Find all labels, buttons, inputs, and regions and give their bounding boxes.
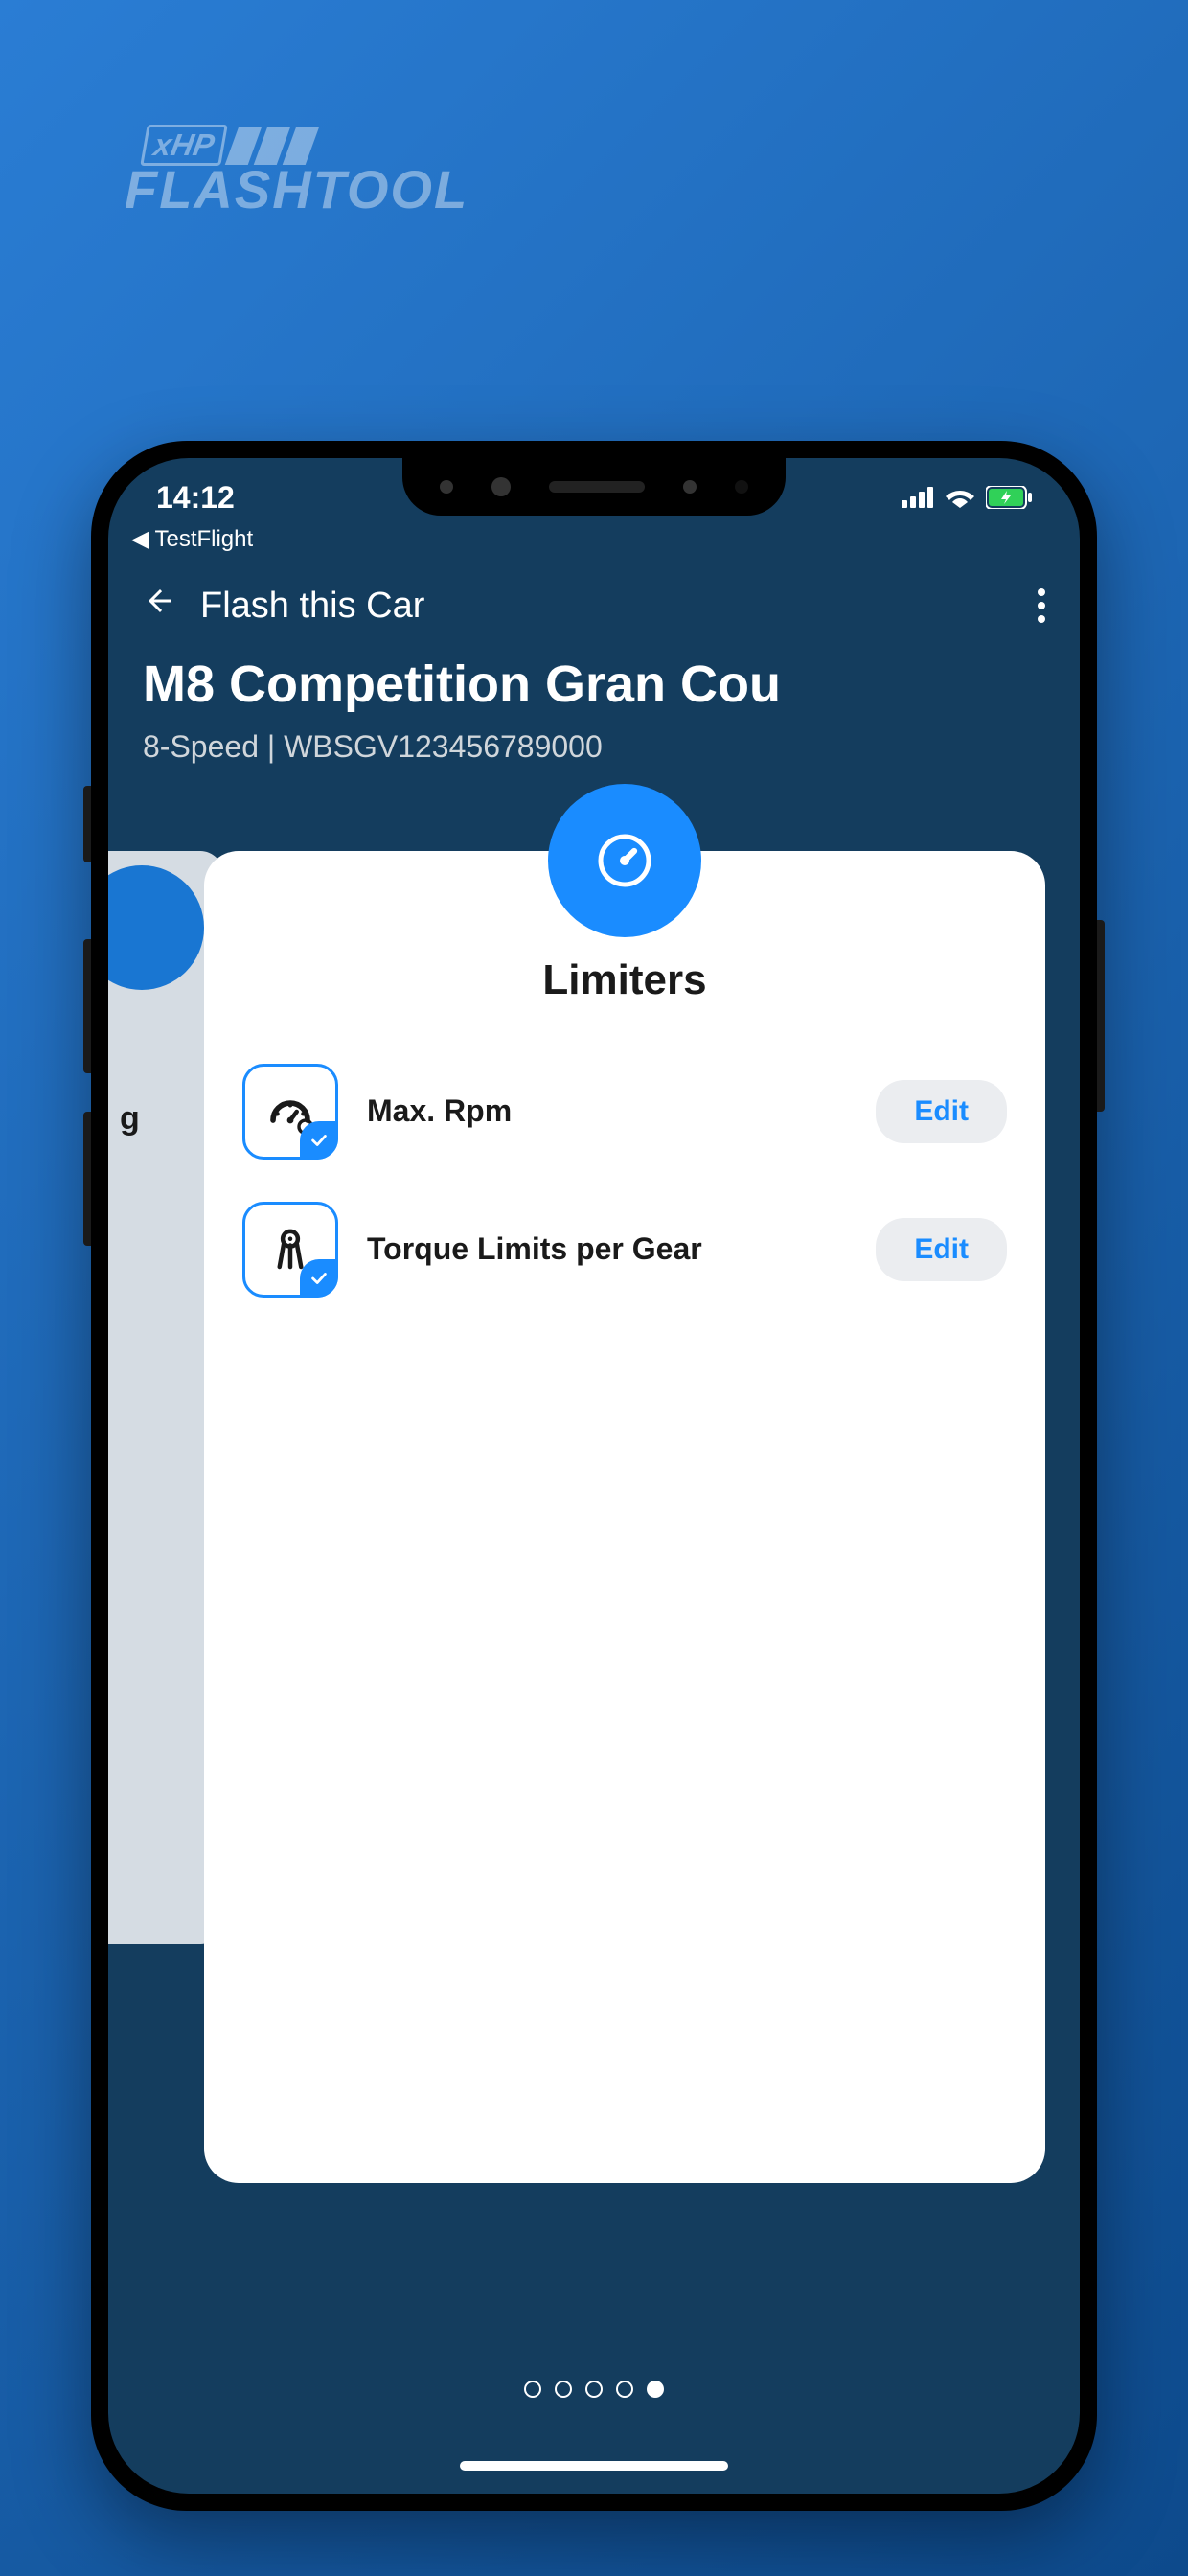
background-circle-icon: [108, 865, 204, 990]
status-time: 14:12: [156, 480, 235, 516]
back-triangle-icon: ◀: [131, 525, 148, 553]
more-menu-button[interactable]: [1038, 588, 1045, 623]
background-partial-text: g: [120, 1100, 140, 1138]
battery-charging-icon: [986, 486, 1032, 509]
edit-button-torque[interactable]: Edit: [876, 1218, 1007, 1281]
back-to-app[interactable]: ◀ TestFlight: [108, 525, 1080, 564]
phone-frame: 14:12 ◀ TestFlight Flash this Car M8 Com…: [91, 441, 1097, 2511]
card-title: Limiters: [204, 956, 1045, 1004]
brand-logo: xHP FLASHTOOL: [125, 125, 468, 220]
limiters-card: Limiters Max. Rpm Edit: [204, 851, 1045, 2183]
item-label: Max. Rpm: [367, 1092, 847, 1132]
wifi-icon: [946, 487, 974, 508]
logo-bars-icon: [232, 126, 312, 165]
edit-button-max-rpm[interactable]: Edit: [876, 1080, 1007, 1143]
back-arrow-icon[interactable]: [143, 584, 177, 628]
check-badge-icon: [300, 1121, 338, 1160]
car-subtitle: 8-Speed | WBSGV123456789000: [108, 718, 1080, 794]
rpm-gauge-icon: [242, 1064, 338, 1160]
list-item-max-rpm: Max. Rpm Edit: [204, 1043, 1045, 1181]
notch: [402, 458, 786, 516]
page-dot[interactable]: [616, 2380, 633, 2398]
car-name: M8 Competition Gran Cou: [108, 647, 1080, 718]
logo-prefix: xHP: [140, 125, 228, 166]
home-indicator[interactable]: [460, 2461, 728, 2471]
page-dot[interactable]: [555, 2380, 572, 2398]
logo-main: FLASHTOOL: [125, 158, 468, 220]
cellular-icon: [902, 487, 934, 508]
item-label: Torque Limits per Gear: [367, 1230, 847, 1270]
list-item-torque-limits: Torque Limits per Gear Edit: [204, 1181, 1045, 1319]
gauge-circle-icon: [548, 784, 701, 937]
phone-screen: 14:12 ◀ TestFlight Flash this Car M8 Com…: [108, 458, 1080, 2494]
back-app-label: TestFlight: [154, 526, 253, 553]
page-dot[interactable]: [585, 2380, 603, 2398]
check-badge-icon: [300, 1259, 338, 1298]
header-title: Flash this Car: [200, 586, 424, 627]
torque-wrench-icon: [242, 1202, 338, 1298]
page-indicator[interactable]: [524, 2380, 664, 2398]
page-dot-active[interactable]: [647, 2380, 664, 2398]
page-dot[interactable]: [524, 2380, 541, 2398]
app-header: Flash this Car: [108, 564, 1080, 647]
